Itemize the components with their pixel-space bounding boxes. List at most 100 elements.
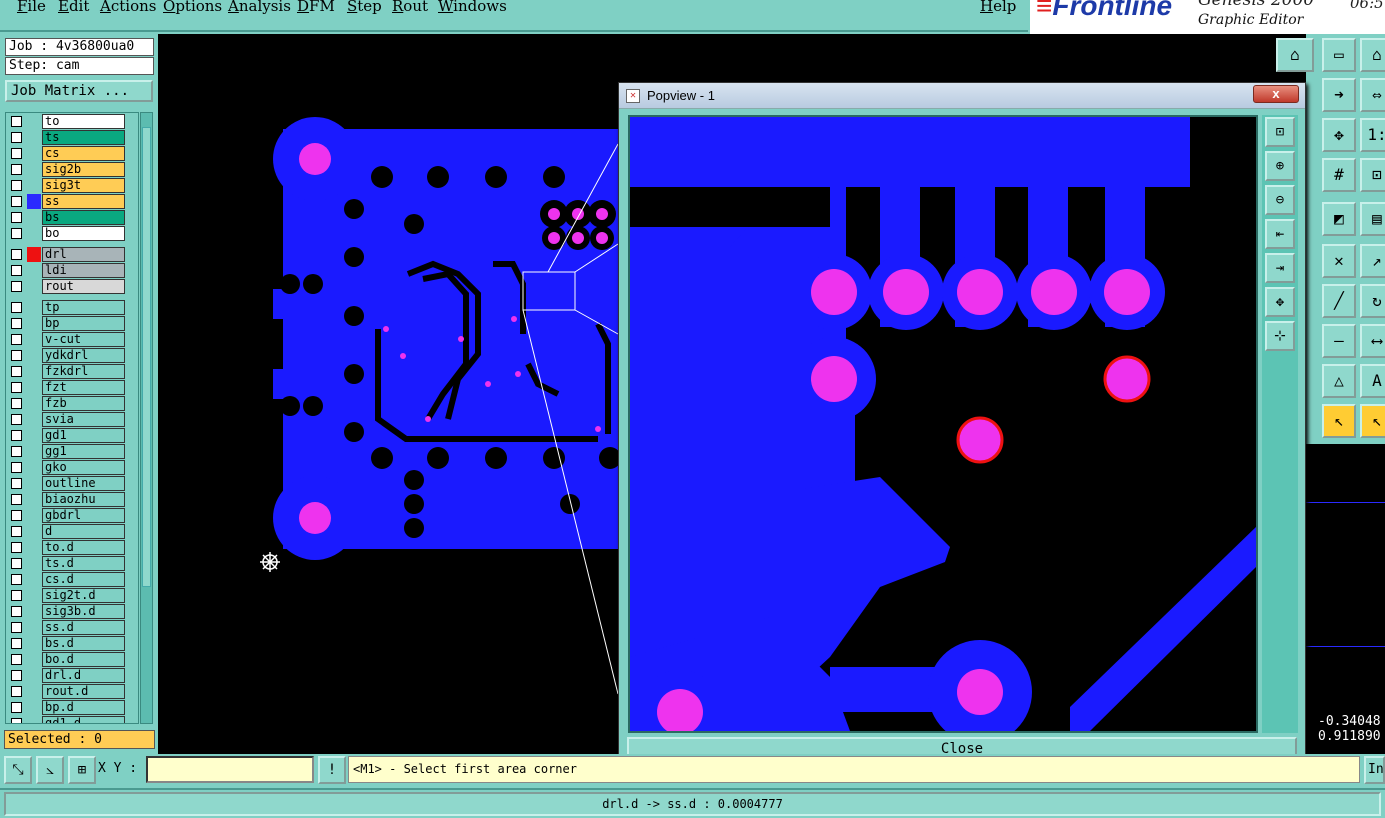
layer-color-swatch[interactable] bbox=[27, 146, 41, 161]
layer-color-swatch[interactable] bbox=[27, 524, 41, 539]
exclaim-button-icon[interactable]: ! bbox=[318, 756, 346, 784]
layer-color-swatch[interactable] bbox=[27, 572, 41, 587]
tool-grid-icon[interactable]: # bbox=[1322, 158, 1356, 192]
layer-name[interactable]: d bbox=[42, 524, 125, 539]
layer-name[interactable]: ts bbox=[42, 130, 125, 145]
layer-color-swatch[interactable] bbox=[27, 114, 41, 129]
layer-color-swatch[interactable] bbox=[27, 332, 41, 347]
layer-name[interactable]: bo bbox=[42, 226, 125, 241]
layer-color-swatch[interactable] bbox=[27, 604, 41, 619]
popview-pan-left-icon[interactable]: ⇤ bbox=[1265, 219, 1295, 249]
layer-row[interactable]: sig3t bbox=[6, 178, 138, 194]
layer-color-swatch[interactable] bbox=[27, 210, 41, 225]
layer-checkbox[interactable] bbox=[11, 478, 22, 489]
layer-name[interactable]: sig2t.d bbox=[42, 588, 125, 603]
popview-pan-right-icon[interactable]: ⇥ bbox=[1265, 253, 1295, 283]
layer-row[interactable]: svia bbox=[6, 412, 138, 428]
layer-row[interactable]: bs.d bbox=[6, 636, 138, 652]
tool-window-icon[interactable]: ▭ bbox=[1322, 38, 1356, 72]
layer-row[interactable]: drl bbox=[6, 247, 138, 263]
layer-color-swatch[interactable] bbox=[27, 380, 41, 395]
layer-name[interactable]: gd1.d bbox=[42, 716, 125, 723]
layer-row[interactable]: fzb bbox=[6, 396, 138, 412]
popview-expand-icon[interactable]: ✥ bbox=[1265, 287, 1295, 317]
layer-name[interactable]: sig3t bbox=[42, 178, 125, 193]
layer-color-swatch[interactable] bbox=[27, 716, 41, 723]
layer-name[interactable]: drl.d bbox=[42, 668, 125, 683]
layer-name[interactable]: fzkdrl bbox=[42, 364, 125, 379]
info-button[interactable]: In bbox=[1364, 756, 1385, 784]
layer-color-swatch[interactable] bbox=[27, 556, 41, 571]
layer-checkbox[interactable] bbox=[11, 318, 22, 329]
layer-row[interactable]: sig2b bbox=[6, 162, 138, 178]
layer-color-swatch[interactable] bbox=[27, 348, 41, 363]
layer-name[interactable]: bo.d bbox=[42, 652, 125, 667]
tool-line-icon[interactable]: ↗ bbox=[1360, 244, 1385, 278]
layer-row[interactable]: cs.d bbox=[6, 572, 138, 588]
layer-row[interactable]: ss bbox=[6, 194, 138, 210]
job-matrix-button[interactable]: Job Matrix ... bbox=[5, 80, 153, 102]
layer-checkbox[interactable] bbox=[11, 510, 22, 521]
layer-name[interactable]: to.d bbox=[42, 540, 125, 555]
popview-center-icon[interactable]: ⊹ bbox=[1265, 321, 1295, 351]
layer-color-swatch[interactable] bbox=[27, 588, 41, 603]
layer-name[interactable]: bs bbox=[42, 210, 125, 225]
layer-name[interactable]: ss bbox=[42, 194, 125, 209]
layer-name[interactable]: rout bbox=[42, 279, 125, 294]
layer-row[interactable]: v-cut bbox=[6, 332, 138, 348]
scroll-thumb[interactable] bbox=[142, 127, 151, 587]
layer-row[interactable]: gd1.d bbox=[6, 716, 138, 723]
layer-name[interactable]: gg1 bbox=[42, 444, 125, 459]
layer-row[interactable]: gko bbox=[6, 460, 138, 476]
layer-name[interactable]: outline bbox=[42, 476, 125, 491]
tool-pan-icon[interactable]: ⇔ bbox=[1360, 78, 1385, 112]
layer-checkbox[interactable] bbox=[11, 606, 22, 617]
layer-checkbox[interactable] bbox=[11, 281, 22, 292]
tool-hline-icon[interactable]: — bbox=[1322, 324, 1356, 358]
layer-row[interactable]: bp.d bbox=[6, 700, 138, 716]
layer-row[interactable]: sig3b.d bbox=[6, 604, 138, 620]
layer-row[interactable]: gg1 bbox=[6, 444, 138, 460]
layer-checkbox[interactable] bbox=[11, 398, 22, 409]
layer-checkbox[interactable] bbox=[11, 265, 22, 276]
layer-color-swatch[interactable] bbox=[27, 540, 41, 555]
layer-color-swatch[interactable] bbox=[27, 476, 41, 491]
layer-checkbox[interactable] bbox=[11, 718, 22, 723]
layer-color-swatch[interactable] bbox=[27, 130, 41, 145]
xy-input[interactable] bbox=[146, 756, 314, 783]
layer-name[interactable]: drl bbox=[42, 247, 125, 262]
layer-color-swatch[interactable] bbox=[27, 492, 41, 507]
tool-pan-right-icon[interactable]: ➜ bbox=[1322, 78, 1356, 112]
layer-checkbox[interactable] bbox=[11, 249, 22, 260]
layer-checkbox[interactable] bbox=[11, 670, 22, 681]
layer-checkbox[interactable] bbox=[11, 180, 22, 191]
layer-color-swatch[interactable] bbox=[27, 300, 41, 315]
tool-center-icon[interactable]: ✥ bbox=[1322, 118, 1356, 152]
layer-color-swatch[interactable] bbox=[27, 444, 41, 459]
layer-checkbox[interactable] bbox=[11, 654, 22, 665]
layer-name[interactable]: ydkdrl bbox=[42, 348, 125, 363]
layer-checkbox[interactable] bbox=[11, 334, 22, 345]
menu-step[interactable]: Step bbox=[347, 0, 382, 15]
tool-zoom-home-icon[interactable]: ⌂ bbox=[1276, 38, 1314, 72]
layer-color-swatch[interactable] bbox=[27, 396, 41, 411]
layer-checkbox[interactable] bbox=[11, 702, 22, 713]
layer-color-swatch[interactable] bbox=[27, 412, 41, 427]
layer-name[interactable]: biaozhu bbox=[42, 492, 125, 507]
layer-row[interactable]: d bbox=[6, 524, 138, 540]
layer-name[interactable]: sig2b bbox=[42, 162, 125, 177]
menu-windows[interactable]: Windows bbox=[438, 0, 507, 15]
menu-analysis[interactable]: Analysis bbox=[228, 0, 291, 15]
layer-color-swatch[interactable] bbox=[27, 508, 41, 523]
layer-name[interactable]: ldi bbox=[42, 263, 125, 278]
layer-row[interactable]: cs bbox=[6, 146, 138, 162]
layer-color-swatch[interactable] bbox=[27, 700, 41, 715]
layer-row[interactable]: to bbox=[6, 114, 138, 130]
layer-name[interactable]: tp bbox=[42, 300, 125, 315]
layer-row[interactable]: bp bbox=[6, 316, 138, 332]
layer-color-swatch[interactable] bbox=[27, 428, 41, 443]
popview-zoom-out-icon[interactable]: ⊖ bbox=[1265, 185, 1295, 215]
layer-row[interactable]: biaozhu bbox=[6, 492, 138, 508]
layer-name[interactable]: v-cut bbox=[42, 332, 125, 347]
popview-canvas[interactable] bbox=[628, 115, 1258, 754]
